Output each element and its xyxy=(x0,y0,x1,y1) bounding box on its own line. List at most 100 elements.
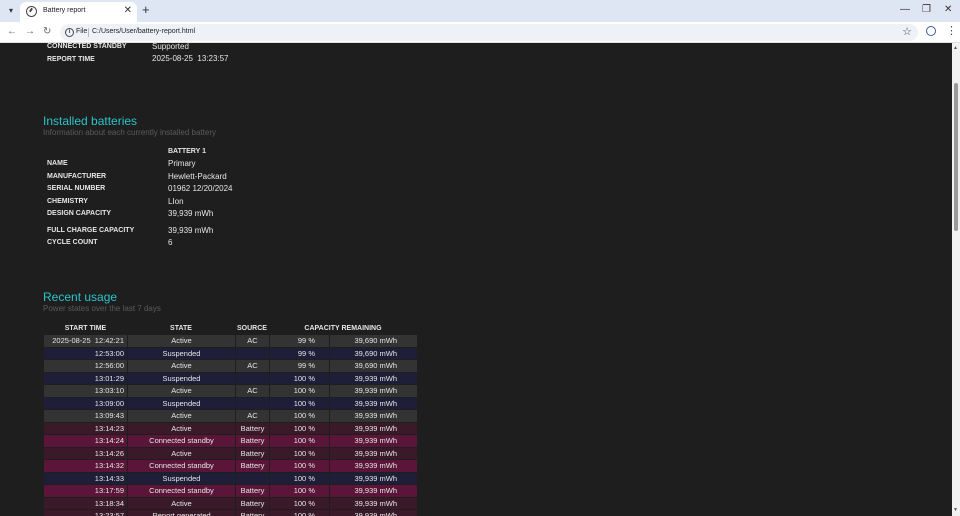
browser-toolbar: ← → ↻ i File C:/Users/User/battery-repor… xyxy=(0,22,960,43)
usage-state: Suspended xyxy=(127,472,235,484)
connected-standby-label: CONNECTED STANDBY xyxy=(47,43,127,50)
bookmark-star-icon[interactable]: ☆ xyxy=(902,25,912,38)
usage-source: Battery xyxy=(235,435,269,447)
chemistry-value: LIon xyxy=(168,197,184,206)
usage-row: 13:23:57 Report generated Battery 100 % 39,9… xyxy=(44,510,417,516)
usage-capacity-percent: 100 % xyxy=(269,447,329,459)
forward-arrow-icon[interactable]: → xyxy=(25,26,35,38)
url-scheme: File xyxy=(76,28,88,35)
usage-capacity-percent: 100 % xyxy=(269,422,329,434)
source-header: SOURCE xyxy=(237,324,267,332)
usage-row: 13:03:10 Active AC 100 % 39,939 mWh xyxy=(44,385,417,397)
site-info-icon[interactable]: i xyxy=(65,28,74,37)
tab-search-chevron-icon[interactable]: ▾ xyxy=(5,5,17,17)
usage-start-time: 13:09:00 xyxy=(44,397,127,409)
profile-avatar-icon[interactable] xyxy=(926,26,936,36)
usage-row: 12:53:00 Suspended 99 % 39,690 mWh xyxy=(44,347,417,359)
cycle-count-label: CYCLE COUNT xyxy=(47,239,98,246)
capacity-remaining-header: CAPACITY REMAINING xyxy=(304,324,382,332)
usage-start-time: 13:14:24 xyxy=(44,435,127,447)
usage-capacity-percent: 100 % xyxy=(269,410,329,422)
usage-source: Battery xyxy=(235,422,269,434)
usage-state: Connected standby xyxy=(127,435,235,447)
restore-icon[interactable]: ❐ xyxy=(922,4,931,16)
usage-capacity-mwh: 39,939 mWh xyxy=(329,372,417,384)
report-time-label: REPORT TIME xyxy=(47,56,95,63)
usage-start-time: 13:14:23 xyxy=(44,422,127,434)
serial-number-label: SERIAL NUMBER xyxy=(47,185,106,192)
battery-name-value: Primary xyxy=(168,159,196,168)
scroll-down-arrow-icon[interactable]: ▼ xyxy=(953,507,958,513)
scroll-up-arrow-icon[interactable]: ▲ xyxy=(953,45,958,51)
usage-source: Battery xyxy=(235,497,269,509)
usage-start-time: 13:03:10 xyxy=(44,385,127,397)
usage-state: Suspended xyxy=(127,372,235,384)
usage-source: AC xyxy=(235,335,269,347)
usage-start-time: 13:23:57 xyxy=(44,510,127,516)
usage-state: Active xyxy=(127,360,235,372)
state-header: STATE xyxy=(170,324,192,332)
connected-standby-value: Supported xyxy=(152,43,189,51)
usage-state: Active xyxy=(127,410,235,422)
scrollbar-thumb[interactable] xyxy=(954,83,958,231)
usage-capacity-percent: 100 % xyxy=(269,472,329,484)
usage-capacity-mwh: 39,939 mWh xyxy=(329,472,417,484)
minimize-icon[interactable]: — xyxy=(900,4,910,16)
usage-capacity-percent: 100 % xyxy=(269,385,329,397)
browser-menu-icon[interactable]: ⋮ xyxy=(946,24,957,38)
usage-start-time: 12:56:00 xyxy=(44,360,127,372)
full-charge-capacity-label: FULL CHARGE CAPACITY xyxy=(47,227,135,234)
reload-icon[interactable]: ↻ xyxy=(43,26,51,38)
usage-state: Suspended xyxy=(127,347,235,359)
back-arrow-icon[interactable]: ← xyxy=(7,26,17,38)
usage-capacity-mwh: 39,690 mWh xyxy=(329,347,417,359)
usage-source: AC xyxy=(235,410,269,422)
usage-start-time: 12:53:00 xyxy=(44,347,127,359)
usage-capacity-percent: 100 % xyxy=(269,397,329,409)
url-text[interactable]: C:/Users/User/battery-report.html xyxy=(92,28,195,35)
installed-batteries-subtitle: Information about each currently install… xyxy=(43,128,216,137)
usage-row: 13:14:32 Connected standby Battery 100 % 39,… xyxy=(44,460,417,472)
close-window-icon[interactable]: ✕ xyxy=(944,4,952,16)
usage-capacity-percent: 99 % xyxy=(269,360,329,372)
report-time-value: 2025-08-25 13:23:57 xyxy=(152,54,229,63)
usage-state: Connected standby xyxy=(127,460,235,472)
usage-source xyxy=(235,472,269,484)
tab-battery-report[interactable]: Battery report ✕ xyxy=(20,2,137,22)
battery-name-label: NAME xyxy=(47,160,68,167)
usage-capacity-mwh: 39,690 mWh xyxy=(329,335,417,347)
usage-state: Active xyxy=(127,385,235,397)
usage-source: Battery xyxy=(235,485,269,497)
usage-capacity-mwh: 39,939 mWh xyxy=(329,435,417,447)
manufacturer-value: Hewlett-Packard xyxy=(168,172,227,181)
new-tab-plus-icon[interactable]: + xyxy=(142,3,150,17)
usage-state: Active xyxy=(127,447,235,459)
usage-capacity-percent: 99 % xyxy=(269,335,329,347)
close-tab-icon[interactable]: ✕ xyxy=(124,5,132,17)
recent-usage-subtitle: Power states over the last 7 days xyxy=(43,304,161,313)
usage-capacity-percent: 100 % xyxy=(269,485,329,497)
usage-start-time: 2025-08-25 12:42:21 xyxy=(44,335,127,347)
usage-source xyxy=(235,347,269,359)
usage-row: 13:14:23 Active Battery 100 % 39,939 mWh xyxy=(44,422,417,434)
usage-row: 13:09:00 Suspended 100 % 39,939 mWh xyxy=(44,397,417,409)
battery-1-column-header: BATTERY 1 xyxy=(168,148,206,155)
usage-state: Connected standby xyxy=(127,485,235,497)
usage-row: 13:14:24 Connected standby Battery 100 % 39,… xyxy=(44,435,417,447)
usage-start-time: 13:14:32 xyxy=(44,460,127,472)
address-bar[interactable]: i File C:/Users/User/battery-report.html… xyxy=(60,24,918,41)
usage-row: 13:14:26 Active Battery 100 % 39,939 mWh xyxy=(44,447,417,459)
usage-source: Battery xyxy=(235,460,269,472)
browser-tab-strip: ▾ Battery report ✕ + — ❐ ✕ xyxy=(0,0,960,22)
usage-capacity-mwh: 39,939 mWh xyxy=(329,397,417,409)
globe-favicon-icon xyxy=(26,6,37,17)
usage-source: Battery xyxy=(235,447,269,459)
usage-capacity-mwh: 39,939 mWh xyxy=(329,447,417,459)
usage-source: AC xyxy=(235,385,269,397)
usage-row: 13:17:59 Connected standby Battery 100 % 39,… xyxy=(44,485,417,497)
page-scrollbar[interactable]: ▲ ▼ xyxy=(952,43,960,516)
usage-start-time: 13:14:33 xyxy=(44,472,127,484)
usage-source xyxy=(235,397,269,409)
usage-row: 12:56:00 Active AC 99 % 39,690 mWh xyxy=(44,360,417,372)
tab-title: Battery report xyxy=(43,7,86,14)
